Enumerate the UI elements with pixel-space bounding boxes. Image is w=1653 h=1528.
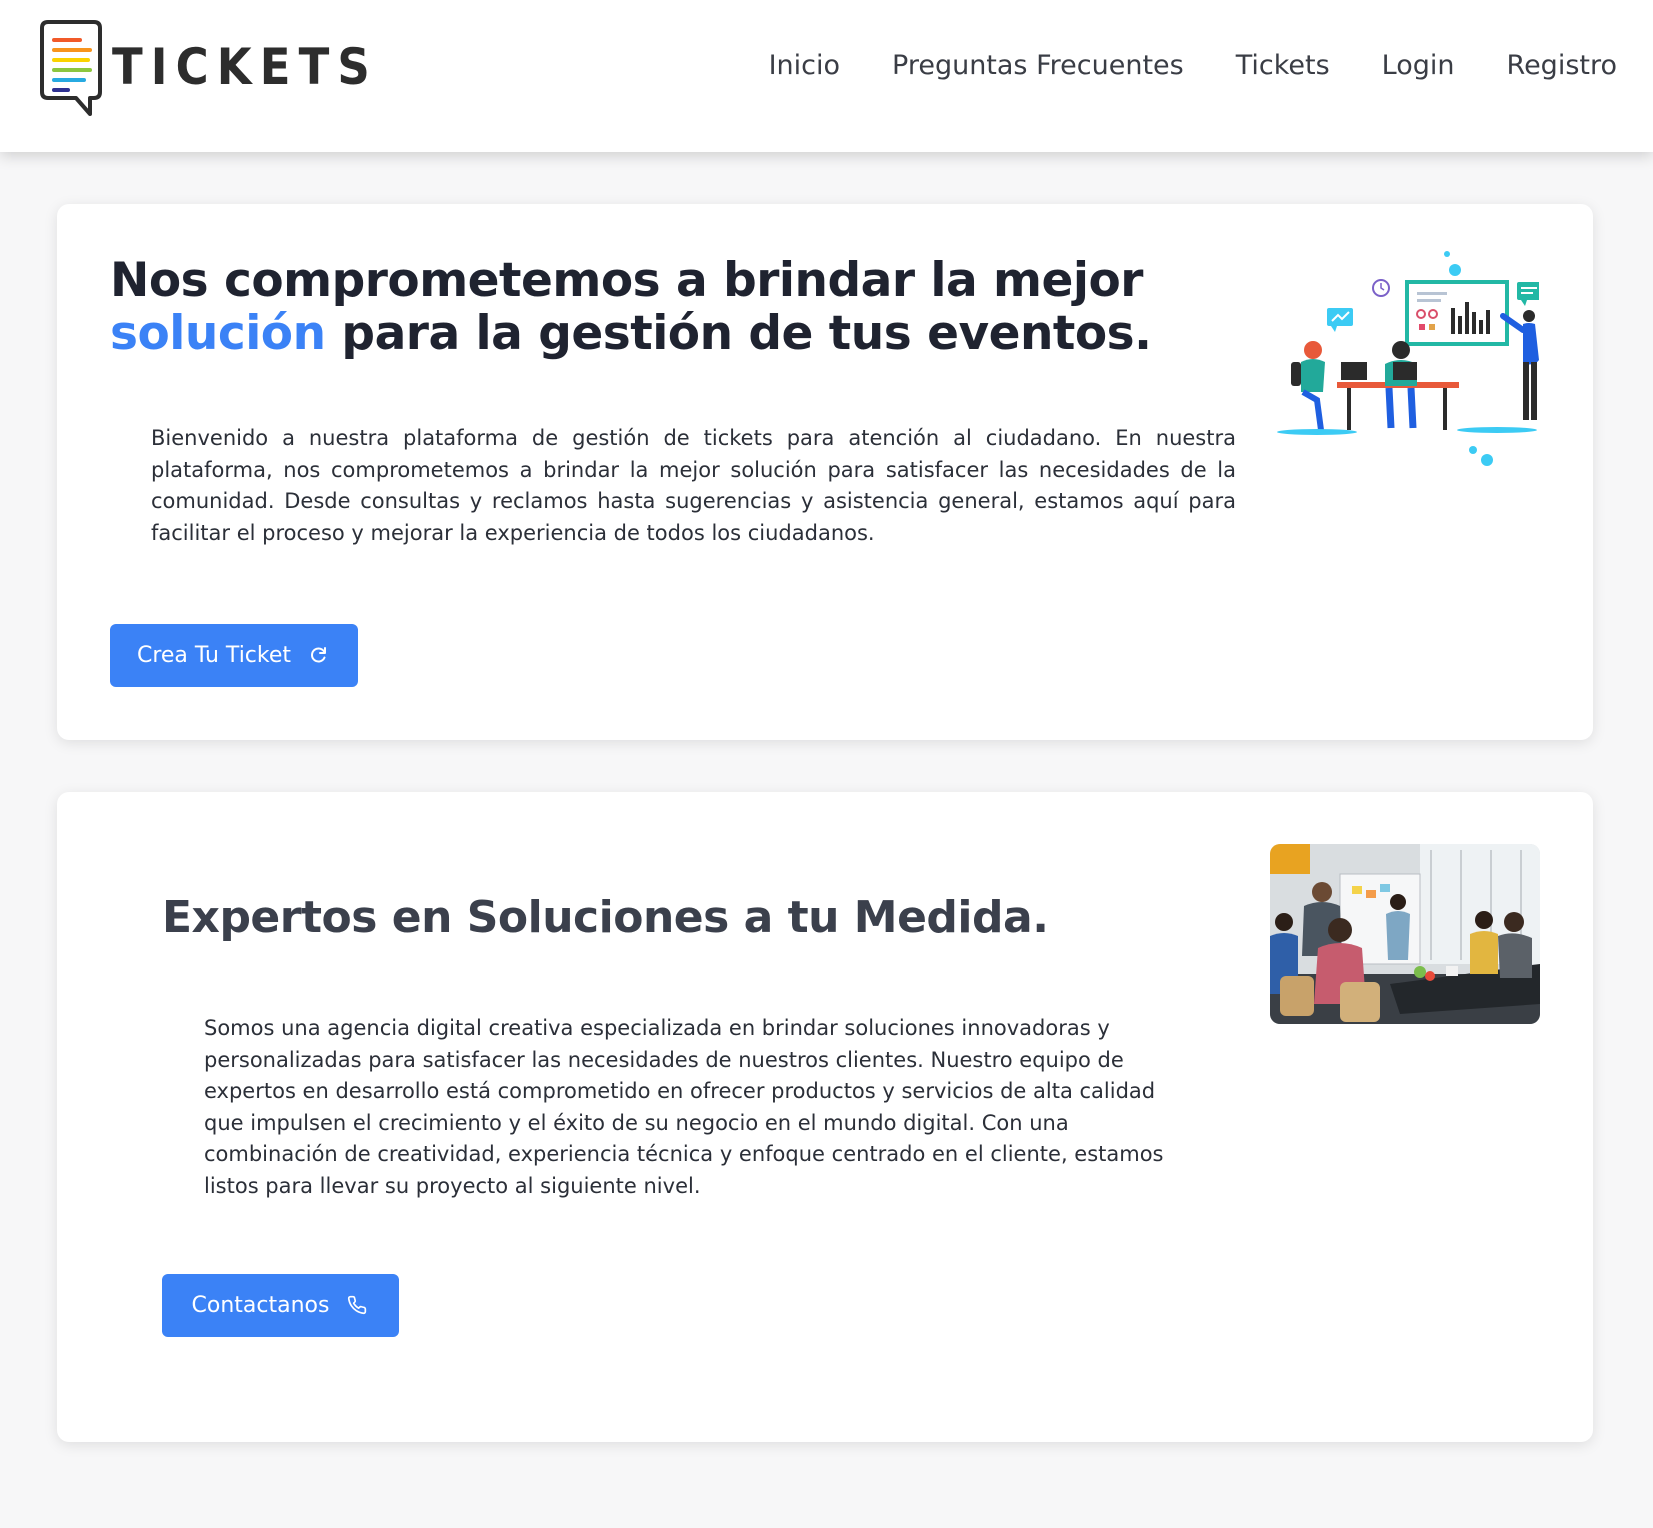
hero-title-accent: solución	[110, 306, 326, 361]
team-meeting-illustration	[1277, 250, 1541, 470]
chat-bubble-lines-icon	[38, 18, 104, 120]
experts-title: Expertos en Soluciones a tu Medida.	[162, 892, 1049, 943]
office-team-photo	[1270, 844, 1540, 1024]
brand-name: TICKETS	[112, 38, 378, 96]
create-ticket-button[interactable]: Crea Tu Ticket	[110, 624, 358, 687]
contact-button[interactable]: Contactanos	[162, 1274, 399, 1337]
nav-registro[interactable]: Registro	[1507, 50, 1617, 81]
nav-preguntas-frecuentes[interactable]: Preguntas Frecuentes	[892, 50, 1184, 81]
hero-title-line1: Nos comprometemos a brindar la mejor	[110, 253, 1143, 308]
create-ticket-label: Crea Tu Ticket	[136, 643, 292, 668]
hero-card: Nos comprometemos a brindar la mejor solu…	[57, 204, 1593, 740]
nav-login[interactable]: Login	[1382, 50, 1455, 81]
contact-button-label: Contactanos	[191, 1293, 330, 1318]
hero-title-line2: para la gestión de tus eventos.	[325, 306, 1152, 361]
experts-card: Expertos en Soluciones a tu Medida. Somo…	[57, 792, 1593, 1442]
main-nav: Inicio Preguntas Frecuentes Tickets Logi…	[769, 50, 1617, 81]
hero-title: Nos comprometemos a brindar la mejor solu…	[110, 254, 1160, 360]
phone-icon	[347, 1295, 369, 1317]
hero-paragraph: Bienvenido a nuestra plataforma de gesti…	[151, 426, 1236, 545]
nav-tickets[interactable]: Tickets	[1236, 50, 1330, 81]
experts-paragraph: Somos una agencia digital creativa espec…	[204, 1016, 1164, 1198]
brand-logo[interactable]: TICKETS	[38, 18, 407, 120]
nav-inicio[interactable]: Inicio	[769, 50, 840, 81]
navbar: TICKETS Inicio Preguntas Frecuentes Tick…	[0, 0, 1653, 152]
refresh-icon	[309, 645, 331, 667]
